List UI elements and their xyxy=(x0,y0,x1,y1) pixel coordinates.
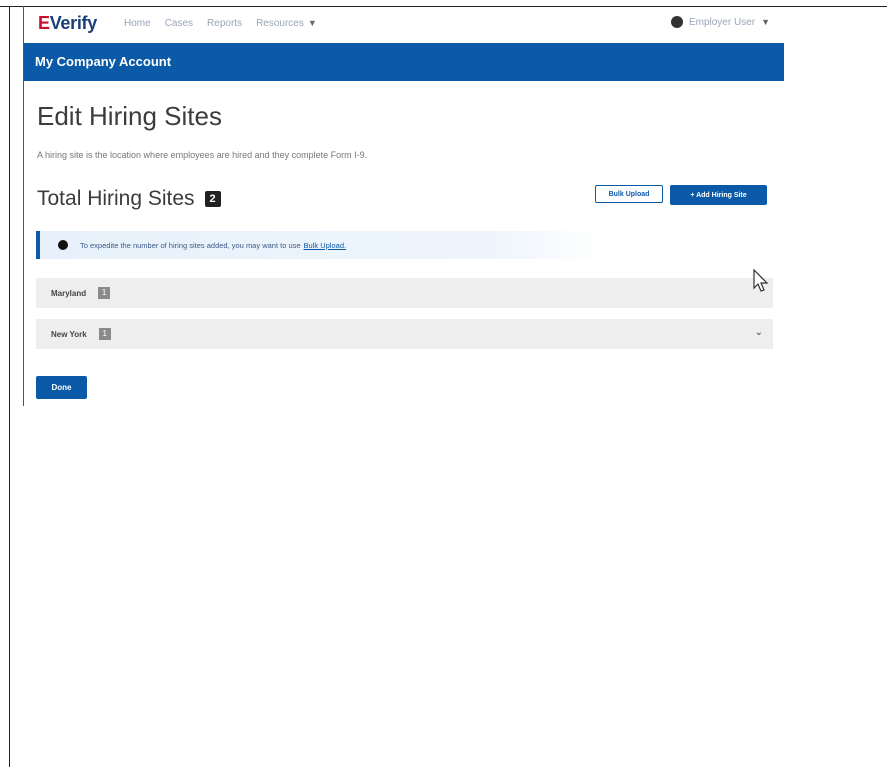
user-icon xyxy=(670,16,683,28)
nav-link-cases[interactable]: Cases xyxy=(165,18,193,29)
info-alert-message: To expedite the number of hiring sites a… xyxy=(80,240,301,250)
done-button[interactable]: Done xyxy=(36,376,87,399)
nav-links: Home Cases Reports Resources ▼ xyxy=(124,18,317,29)
hiring-site-row-new-york[interactable]: New York 1 ⌄ xyxy=(36,319,773,349)
account-banner: My Company Account xyxy=(24,43,784,81)
info-icon xyxy=(58,240,68,250)
user-name: Employer User xyxy=(688,16,756,28)
add-hiring-site-button[interactable]: + Add Hiring Site xyxy=(670,185,767,205)
total-hiring-sites-label: Total Hiring Sites xyxy=(37,187,195,210)
hiring-site-name: New York xyxy=(51,329,87,339)
nav-link-home[interactable]: Home xyxy=(124,18,151,29)
hiring-site-name: Maryland xyxy=(51,288,87,298)
nav-link-resources[interactable]: Resources ▼ xyxy=(256,18,317,29)
logo-prefix: E xyxy=(38,13,50,33)
chevron-down-icon: ▼ xyxy=(761,17,770,27)
chevron-down-icon[interactable]: ⌄ xyxy=(755,327,763,338)
frame-left-line xyxy=(9,6,10,767)
bulk-upload-button[interactable]: Bulk Upload xyxy=(595,185,663,203)
nav-link-resources-label: Resources xyxy=(256,18,304,29)
hiring-sites-count-badge: 2 xyxy=(204,191,221,207)
frame-right-line xyxy=(822,6,887,7)
everify-app: EVerify Home Cases Reports Resources ▼ Em… xyxy=(24,7,784,405)
info-alert: To expedite the number of hiring sites a… xyxy=(36,231,604,259)
hiring-site-count-badge: 1 xyxy=(98,287,111,299)
total-hiring-sites-heading: Total Hiring Sites 2 xyxy=(37,187,221,211)
page-description: A hiring site is the location where empl… xyxy=(37,150,368,160)
everify-logo[interactable]: EVerify xyxy=(38,13,97,34)
banner-title: My Company Account xyxy=(35,54,172,69)
top-navigation: EVerify Home Cases Reports Resources ▼ Em… xyxy=(24,7,784,41)
nav-link-reports[interactable]: Reports xyxy=(207,18,242,29)
bulk-upload-link[interactable]: Bulk Upload. xyxy=(304,241,347,250)
page-title: Edit Hiring Sites xyxy=(37,101,222,131)
info-alert-text: To expedite the number of hiring sites a… xyxy=(80,241,346,250)
chevron-down-icon: ▼ xyxy=(307,18,317,28)
hiring-site-row-maryland[interactable]: Maryland 1 xyxy=(36,278,773,308)
hiring-site-count-badge: 1 xyxy=(98,328,111,340)
user-menu[interactable]: Employer User ▼ xyxy=(670,16,770,28)
logo-text: Verify xyxy=(49,13,98,33)
mouse-cursor-icon xyxy=(753,268,769,292)
